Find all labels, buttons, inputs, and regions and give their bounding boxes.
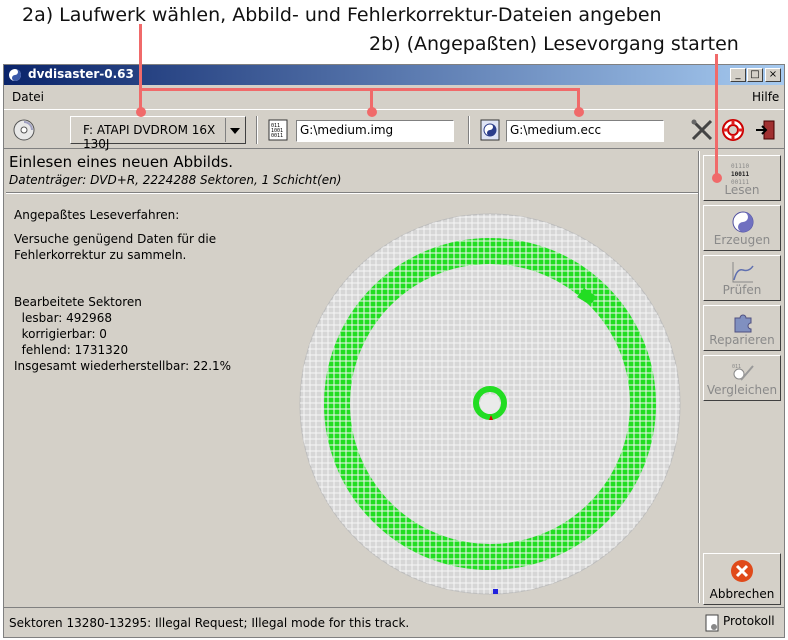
maximize-button[interactable]: □ — [747, 68, 763, 82]
graph-icon — [732, 262, 754, 283]
svg-text:01110: 01110 — [731, 163, 749, 170]
ecc-file-input[interactable]: G:\medium.ecc — [506, 120, 664, 142]
disc-sector-map — [299, 213, 681, 595]
page-title: Einlesen eines neuen Abbilds. — [9, 153, 234, 171]
sectors-readable: lesbar: 492968 — [14, 311, 112, 325]
read-mode-label: Angepaßtes Leseverfahren: — [14, 208, 180, 222]
toolbar-separator — [256, 116, 258, 144]
menu-datei[interactable]: Datei — [12, 90, 44, 104]
annotation-dot — [712, 173, 722, 183]
quit-icon[interactable] — [754, 118, 778, 142]
svg-text:0011: 0011 — [271, 133, 283, 139]
compare-button[interactable]: 011 Vergleichen — [703, 355, 781, 401]
cd-drive-icon — [13, 119, 35, 141]
close-button[interactable]: × — [765, 68, 781, 82]
title-bar: dvdisaster-0.63 _ □ × — [4, 65, 784, 85]
preferences-icon[interactable] — [690, 118, 714, 142]
toolbar: F: ATAPI DVDROM 16X 130J 011 1001 0011 G:\… — [4, 109, 784, 151]
annotation-dot — [367, 107, 377, 117]
annotation-dot — [136, 107, 146, 117]
minimize-button[interactable]: _ — [730, 68, 746, 82]
cancel-icon — [731, 560, 753, 582]
create-button-label: Erzeugen — [713, 233, 771, 247]
chevron-down-icon[interactable] — [225, 118, 244, 142]
log-icon[interactable] — [704, 614, 720, 632]
drive-select[interactable]: F: ATAPI DVDROM 16X 130J — [70, 116, 246, 151]
status-bar: Sektoren 13280-13295: Illegal Request; I… — [4, 607, 784, 637]
info-line-2: Fehlerkorrektur zu sammeln. — [14, 248, 187, 262]
read-position-marker — [493, 589, 498, 594]
menu-hilfe[interactable]: Hilfe — [752, 90, 779, 104]
divider — [6, 192, 698, 194]
read-button-label: Lesen — [724, 183, 760, 197]
annotation-line — [139, 24, 142, 111]
toolbar-separator — [468, 116, 470, 144]
annotation-dot — [574, 107, 584, 117]
puzzle-icon — [734, 314, 752, 333]
image-file-input[interactable]: G:\medium.img — [296, 120, 454, 142]
log-button[interactable]: Protokoll — [723, 614, 775, 628]
svg-text:10011: 10011 — [731, 171, 749, 178]
annotation-line — [715, 54, 718, 178]
sectors-total: Insgesamt wiederherstellbar: 22.1% — [14, 359, 232, 373]
repair-button-label: Reparieren — [709, 333, 775, 347]
annotation-drive-files: 2a) Laufwerk wählen, Abbild- und Fehlerk… — [22, 4, 662, 26]
verify-button[interactable]: Prüfen — [703, 255, 781, 301]
abort-button-label: Abbrechen — [709, 587, 775, 601]
sectors-title: Bearbeitete Sektoren — [14, 295, 142, 309]
ecc-file-icon[interactable] — [478, 118, 502, 142]
compare-icon: 011 — [732, 364, 754, 381]
create-button[interactable]: Erzeugen — [703, 205, 781, 251]
sectors-correctable: korrigierbar: 0 — [14, 327, 107, 341]
sectors-missing: fehlend: 1731320 — [14, 343, 129, 357]
compare-button-label: Vergleichen — [706, 383, 778, 397]
window-title: dvdisaster-0.63 — [28, 67, 134, 81]
status-message: Sektoren 13280-13295: Illegal Request; I… — [9, 616, 410, 630]
abort-button[interactable]: Abbrechen — [703, 553, 781, 605]
repair-button[interactable]: Reparieren — [703, 305, 781, 351]
drive-select-value: F: ATAPI DVDROM 16X 130J — [83, 123, 216, 151]
help-lifebuoy-icon[interactable] — [721, 118, 745, 142]
annotation-start-reading: 2b) (Angepaßten) Lesevorgang starten — [369, 33, 739, 55]
dvdisaster-app-icon — [9, 69, 21, 81]
app-window: dvdisaster-0.63 _ □ × Datei Hilfe F: ATA… — [3, 64, 785, 638]
sidebar-separator — [698, 151, 700, 603]
image-file-icon[interactable]: 01110010011 — [266, 118, 290, 142]
annotation-line — [139, 88, 580, 91]
verify-button-label: Prüfen — [722, 283, 762, 297]
medium-info: Datenträger: DVD+R, 2224288 Sektoren, 1 … — [9, 173, 342, 187]
info-line-1: Versuche genügend Daten für die — [14, 232, 217, 246]
yin-yang-icon — [732, 211, 754, 233]
